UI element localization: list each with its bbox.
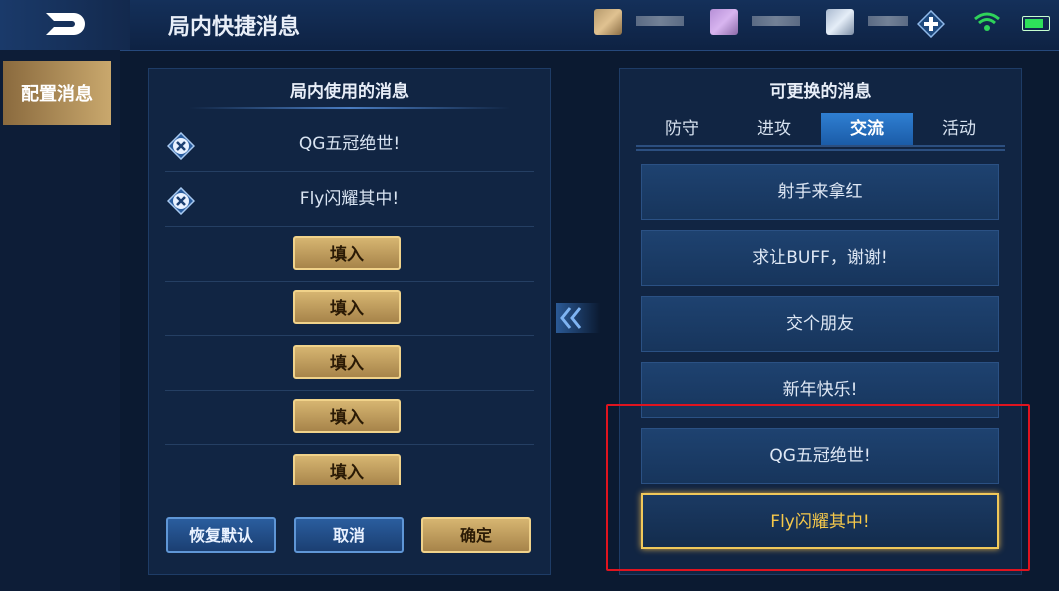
double-chevron-left-icon (556, 303, 600, 333)
battery-icon (1022, 16, 1050, 31)
confirm-button[interactable]: 确定 (421, 517, 531, 553)
used-message-text: QG五冠绝世! (298, 134, 401, 154)
fill-button[interactable]: 填入 (293, 236, 401, 270)
resource-icon (826, 9, 854, 35)
category-tabs: 防守 进攻 交流 活动 (636, 113, 1005, 147)
used-messages-title: 局内使用的消息 (290, 82, 409, 102)
tab-defense[interactable]: 防守 (636, 113, 728, 145)
used-message-row: QG五冠绝世! (165, 117, 534, 172)
cancel-button[interactable]: 取消 (294, 517, 404, 553)
sidebar: 配置消息 (0, 50, 120, 591)
title-divider (189, 107, 510, 109)
message-option[interactable]: 射手来拿红 (641, 164, 999, 220)
list-divider (636, 149, 1005, 151)
highlight-annotation (606, 404, 1030, 571)
replaceable-messages-title: 可更换的消息 (769, 82, 872, 102)
plus-icon (916, 9, 946, 39)
empty-slot-row: 填入 (165, 445, 534, 485)
message-option[interactable]: 交个朋友 (641, 296, 999, 352)
tab-attack[interactable]: 进攻 (728, 113, 820, 145)
restore-default-button[interactable]: 恢复默认 (166, 517, 276, 553)
resource-value (752, 16, 800, 26)
fill-button[interactable]: 填入 (293, 290, 401, 324)
tab-event[interactable]: 活动 (913, 113, 1005, 145)
used-messages-panel: 局内使用的消息 QG五冠绝世! Fly闪耀其中! 填入 填入 填入 填入 填入 … (148, 68, 551, 575)
used-message-text: Fly闪耀其中! (299, 189, 400, 209)
resource-icon (594, 9, 622, 35)
back-button[interactable] (0, 0, 130, 50)
empty-slot-row: 填入 (165, 390, 534, 445)
used-message-row: Fly闪耀其中! (165, 172, 534, 227)
empty-slot-row: 填入 (165, 227, 534, 282)
top-bar: 局内快捷消息 (0, 0, 1059, 51)
back-arrow-icon (46, 13, 85, 35)
empty-slot-row: 填入 (165, 281, 534, 336)
fill-button[interactable]: 填入 (293, 345, 401, 379)
empty-slot-row: 填入 (165, 336, 534, 391)
fill-button[interactable]: 填入 (293, 454, 401, 485)
resource-value (868, 16, 908, 26)
wifi-icon (974, 12, 1000, 31)
resource-value (636, 16, 684, 26)
page-title: 局内快捷消息 (168, 15, 301, 40)
message-option[interactable]: 求让BUFF，谢谢! (641, 230, 999, 286)
add-resource-button[interactable] (916, 9, 946, 39)
tab-communication[interactable]: 交流 (821, 113, 913, 145)
resource-icon (710, 9, 738, 35)
sidebar-item-config-messages[interactable]: 配置消息 (3, 61, 111, 125)
fill-button[interactable]: 填入 (293, 399, 401, 433)
